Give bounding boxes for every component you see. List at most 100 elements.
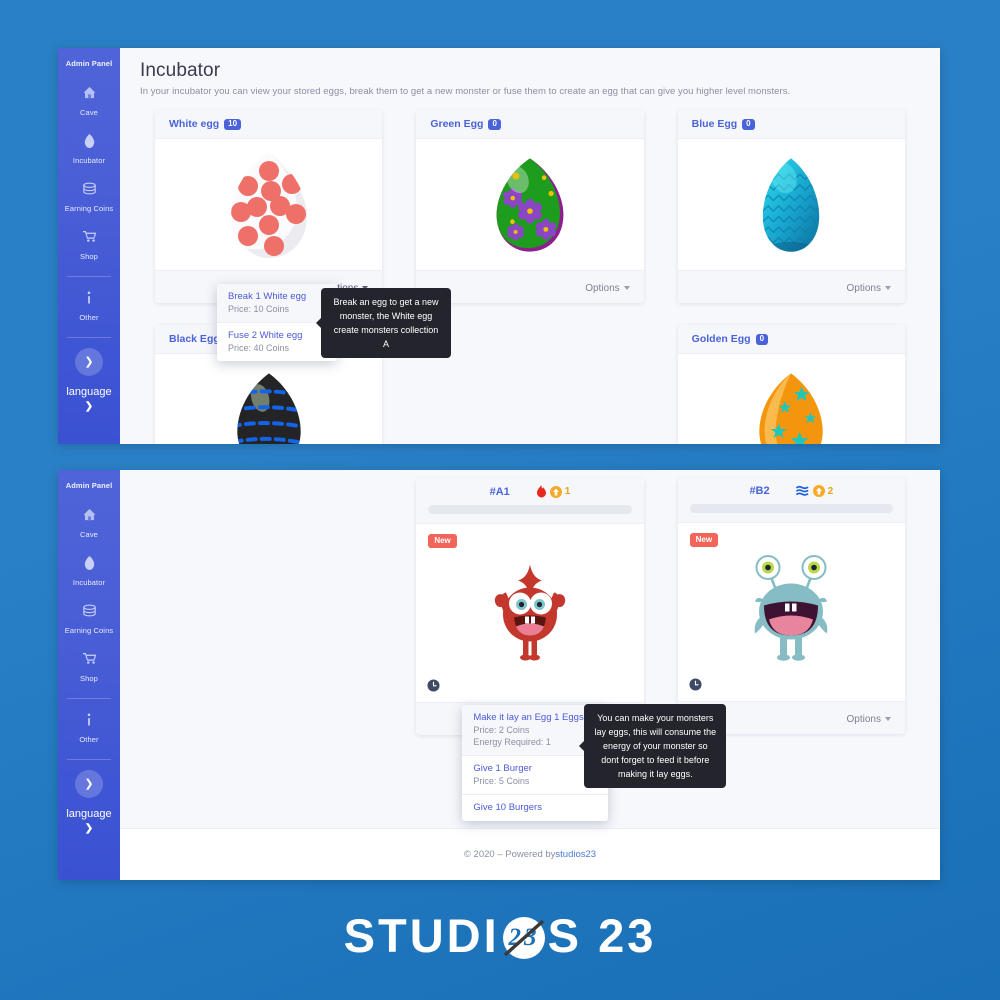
sidebar: Admin Panel Cave Incubator Earning Coins… [58,48,120,444]
sidebar-language-chevron-right-icon[interactable]: ❯ [58,820,120,834]
sidebar-item-shop[interactable]: Shop [58,644,120,692]
monsters-window: Admin Panel Cave Incubator Earning Coins… [58,470,940,880]
egg-card-body [155,139,383,270]
egg-name: Green Egg [430,118,484,130]
monster-energy-bar [689,504,893,513]
sidebar-label: Earning Coins [64,204,114,213]
sidebar-item-incubator[interactable]: Incubator [58,126,120,174]
sidebar-brand: Admin Panel [65,59,113,68]
egg-cell: White egg 10 Break 1 White egg Price: 10… [138,110,451,361]
egg-cell: Golden Egg 0 [661,325,922,444]
egg-options-label: Options [846,283,881,294]
dropdown-item-sub: Price: 2 Coins [473,725,530,735]
sidebar-label: Other [79,313,99,322]
dropdown-item-give-10-burgers[interactable]: Give 10 Burgers [462,795,608,821]
cart-icon [60,651,118,666]
monster-grid: #A1 1 New Make it lay an Egg 1 Eggs Pric… [138,478,922,821]
egg-card-green: Green Egg 0 Options [416,110,644,303]
golden-egg-art [759,372,823,444]
studios23-logo: STUDI23S 23 [0,908,1000,963]
blue-egg-art [763,157,820,252]
sidebar-collapse-button[interactable]: ❯ [75,348,103,376]
egg-icon [60,133,118,148]
sidebar-label: Incubator [72,578,106,587]
page-title: Incubator [140,60,221,81]
footer-link-studios23[interactable]: studios23 [555,849,596,860]
egg-name: White egg [169,118,220,130]
monster-card-header: #B2 2 [677,478,905,523]
monster-cell: #A1 1 New Make it lay an Egg 1 Eggs Pric… [399,478,727,821]
sidebar-language-chevron-right-icon[interactable]: ❯ [58,398,120,412]
sidebar-language-label: language [66,808,112,820]
dropdown-item-title: Give 10 Burgers [473,802,542,813]
egg-count-badge: 0 [742,118,755,130]
monster-level: 2 [827,485,834,497]
info-icon [60,712,118,727]
logo-mark: 23 [501,915,547,961]
sidebar-item-shop[interactable]: Shop [58,222,120,270]
egg-options-button[interactable]: Options [847,283,891,294]
status-badge-new: New [689,533,719,547]
logo-text-left: STUDI [343,909,500,962]
sidebar-item-cave[interactable]: Cave [58,500,120,548]
chevron-down-icon [884,717,891,721]
level-up-icon [812,485,825,497]
sidebar-item-cave[interactable]: Cave [58,78,120,126]
egg-card-golden: Golden Egg 0 [677,325,905,444]
red-monster-art [416,557,643,670]
egg-cell: Blue Egg 0 Options [661,110,922,325]
egg-count-badge: 10 [224,118,242,130]
sidebar-label: Incubator [72,156,106,165]
sidebar-divider-1 [67,698,111,699]
sidebar-label: Shop [80,252,98,261]
chevron-down-icon [623,286,630,290]
chevron-right-icon: ❯ [84,778,94,790]
monster-options-button[interactable]: Options [847,714,891,725]
clock-icon[interactable] [427,679,440,692]
monster-tooltip: You can make your monsters lay eggs, thi… [579,704,727,788]
page-footer: © 2020 – Powered by studios23 [120,828,940,880]
blue-monster-art [678,554,905,671]
sidebar-item-incubator[interactable]: Incubator [58,548,120,596]
chevron-right-icon: ❯ [84,356,94,368]
green-egg-art [496,157,564,252]
egg-card-body [155,354,383,444]
level-up-icon [549,485,562,498]
sidebar-item-earning-coins[interactable]: Earning Coins [58,174,120,222]
egg-name: Golden Egg [691,333,751,345]
white-egg-art [230,151,307,258]
monster-card-body: New [677,523,905,701]
sidebar-item-other[interactable]: Other [58,283,120,331]
monster-cell-empty [138,478,399,757]
dropdown-item-title: Make it lay an Egg 1 Eggs [473,712,584,723]
info-icon [60,290,118,305]
egg-grid: White egg 10 Break 1 White egg Price: 10… [138,110,922,444]
sidebar-divider-1 [67,276,111,277]
sidebar-item-other[interactable]: Other [58,705,120,753]
egg-count-badge: 0 [488,118,501,130]
clock-icon[interactable] [689,678,702,691]
egg-tooltip: Break an egg to get a new monster, the W… [316,288,451,358]
coins-icon [60,603,118,618]
monster-card-body: New [416,524,644,702]
monster-header-row: #A1 1 [428,485,631,498]
sidebar-language-label: language [66,386,112,398]
dropdown-item-title: Break 1 White egg [228,291,307,302]
monster-card-a1: #A1 1 New Make it lay an Egg 1 Eggs Pric… [416,478,727,821]
egg-name: Blue Egg [691,118,738,130]
egg-options-button[interactable]: Options [585,283,630,294]
egg-card-header: Golden Egg 0 [677,325,905,354]
sidebar-label: Cave [80,530,98,539]
sidebar-brand: Admin Panel [65,481,113,490]
egg-card-footer: Options [677,270,905,303]
dropdown-item-sub: Price: 10 Coins [228,304,290,314]
sidebar-divider-2 [67,759,111,760]
monster-header-row: #B2 2 [690,485,893,497]
egg-options-label: Options [585,283,620,294]
dropdown-item-fuse[interactable]: Fuse 2 White egg Price: 40 Coins [217,323,337,361]
sidebar-item-earning-coins[interactable]: Earning Coins [58,596,120,644]
monster-energy-bar [428,505,632,514]
sidebar-collapse-button[interactable]: ❯ [75,770,103,798]
egg-icon [60,555,118,570]
footer-copyright: © 2020 – Powered by [463,849,556,860]
